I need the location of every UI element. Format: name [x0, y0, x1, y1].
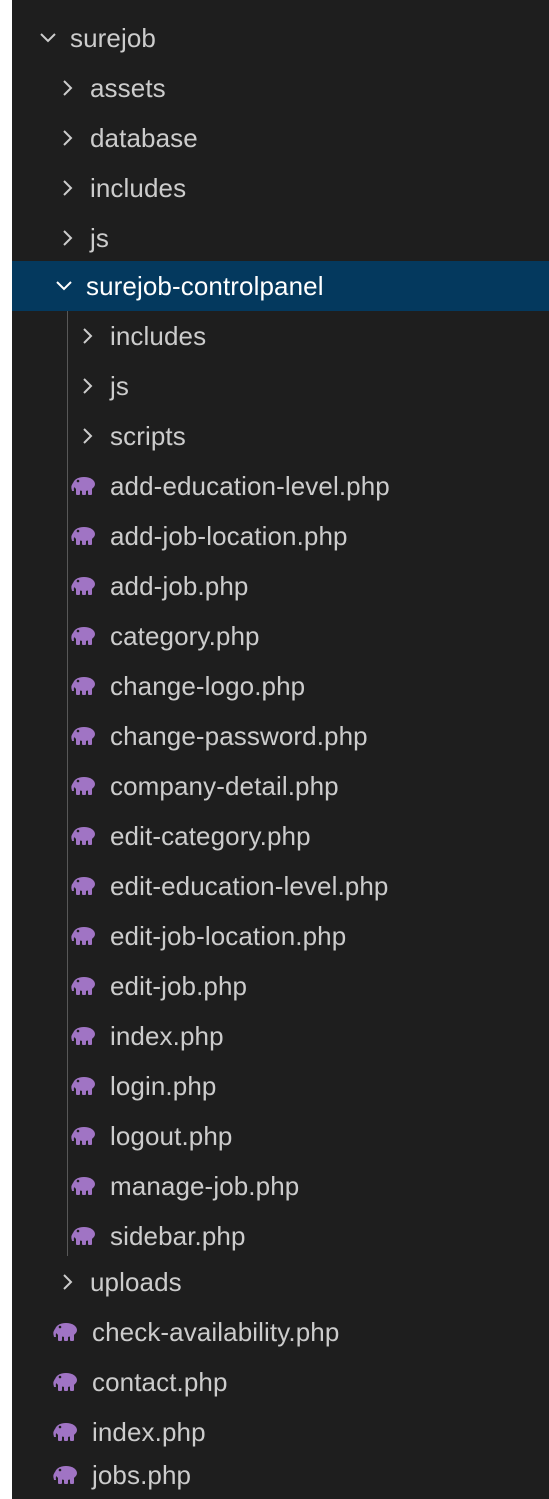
tree-folder-includes[interactable]: includes: [12, 163, 549, 213]
tree-folder-assets[interactable]: assets: [12, 63, 549, 113]
php-elephant-icon: [50, 1460, 80, 1490]
tree-item-label: login.php: [110, 1070, 217, 1101]
tree-file-php[interactable]: logout.php: [12, 1111, 549, 1161]
tree-folder-scripts[interactable]: scripts: [12, 411, 549, 461]
chevron-right-icon: [76, 371, 100, 401]
chevron-right-icon: [56, 1267, 80, 1297]
tree-item-label: edit-education-level.php: [110, 870, 389, 901]
php-elephant-icon: [68, 1171, 98, 1201]
tree-file-php[interactable]: add-job.php: [12, 561, 549, 611]
php-elephant-icon: [50, 1317, 80, 1347]
php-elephant-icon: [68, 1071, 98, 1101]
tree-folder-js[interactable]: js: [12, 213, 549, 263]
tree-item-label: check-availability.php: [92, 1316, 340, 1347]
tree-item-label: uploads: [90, 1266, 182, 1297]
tree-item-label: assets: [90, 72, 166, 103]
tree-file-php[interactable]: company-detail.php: [12, 761, 549, 811]
chevron-right-icon: [56, 223, 80, 253]
php-elephant-icon: [68, 571, 98, 601]
tree-item-label: index.php: [110, 1020, 224, 1051]
tree-file-php[interactable]: edit-job.php: [12, 961, 549, 1011]
tree-file-php[interactable]: manage-job.php: [12, 1161, 549, 1211]
chevron-right-icon: [56, 173, 80, 203]
tree-file-php[interactable]: index.php: [12, 1011, 549, 1061]
chevron-down-icon: [52, 271, 76, 301]
chevron-right-icon: [56, 123, 80, 153]
tree-item-label: category.php: [110, 620, 260, 651]
php-elephant-icon: [68, 671, 98, 701]
tree-file-php[interactable]: change-logo.php: [12, 661, 549, 711]
tree-item-label: js: [110, 370, 129, 401]
php-elephant-icon: [68, 721, 98, 751]
tree-item-label: jobs.php: [92, 1459, 192, 1490]
tree-item-label: manage-job.php: [110, 1170, 300, 1201]
tree-folder-includes[interactable]: includes: [12, 311, 549, 361]
chevron-down-icon: [36, 23, 60, 53]
tree-item-label: contact.php: [92, 1366, 228, 1397]
tree-item-label: surejob-controlpanel: [86, 270, 324, 301]
tree-item-label: edit-category.php: [110, 820, 311, 851]
tree-item-label: logout.php: [110, 1120, 233, 1151]
tree-item-label: includes: [110, 320, 207, 351]
tree-item-label: add-job-location.php: [110, 520, 348, 551]
tree-file-php[interactable]: jobs.php: [12, 1450, 549, 1499]
tree-item-label: surejob: [70, 22, 156, 53]
php-elephant-icon: [68, 1221, 98, 1251]
tree-file-php[interactable]: contact.php: [12, 1357, 549, 1407]
tree-file-php[interactable]: edit-job-location.php: [12, 911, 549, 961]
tree-file-php[interactable]: add-job-location.php: [12, 511, 549, 561]
php-elephant-icon: [50, 1417, 80, 1447]
tree-item-label: change-logo.php: [110, 670, 306, 701]
tree-folder-database[interactable]: database: [12, 113, 549, 163]
tree-file-php[interactable]: login.php: [12, 1061, 549, 1111]
php-elephant-icon: [68, 1121, 98, 1151]
php-elephant-icon: [68, 971, 98, 1001]
tree-item-label: scripts: [110, 420, 186, 451]
tree-item-label: edit-job.php: [110, 970, 248, 1001]
tree-folder-surejob-controlpanel[interactable]: surejob-controlpanel: [12, 261, 549, 311]
tree-item-label: change-password.php: [110, 720, 368, 751]
chevron-right-icon: [76, 321, 100, 351]
tree-file-php[interactable]: edit-education-level.php: [12, 861, 549, 911]
chevron-right-icon: [56, 73, 80, 103]
tree-item-label: includes: [90, 172, 187, 203]
php-elephant-icon: [68, 771, 98, 801]
tree-file-php[interactable]: add-education-level.php: [12, 461, 549, 511]
tree-file-php[interactable]: edit-category.php: [12, 811, 549, 861]
tree-item-label: js: [90, 222, 109, 253]
tree-item-label: database: [90, 122, 198, 153]
php-elephant-icon: [68, 471, 98, 501]
tree-item-label: index.php: [92, 1416, 206, 1447]
tree-file-php[interactable]: check-availability.php: [12, 1307, 549, 1357]
tree-item-label: edit-job-location.php: [110, 920, 347, 951]
tree-item-label: add-job.php: [110, 570, 249, 601]
tree-item-label: add-education-level.php: [110, 470, 390, 501]
php-elephant-icon: [50, 1367, 80, 1397]
tree-item-label: sidebar.php: [110, 1220, 246, 1251]
tree-folder-js[interactable]: js: [12, 361, 549, 411]
php-elephant-icon: [68, 921, 98, 951]
file-explorer: surejob assets database includes js sure…: [12, 0, 549, 1499]
tree-folder-surejob[interactable]: surejob: [12, 13, 549, 63]
php-elephant-icon: [68, 1021, 98, 1051]
php-elephant-icon: [68, 821, 98, 851]
tree-file-php[interactable]: category.php: [12, 611, 549, 661]
php-elephant-icon: [68, 521, 98, 551]
tree-file-php[interactable]: sidebar.php: [12, 1211, 549, 1261]
chevron-right-icon: [76, 421, 100, 451]
tree-file-php[interactable]: change-password.php: [12, 711, 549, 761]
tree-item-label: company-detail.php: [110, 770, 339, 801]
php-elephant-icon: [68, 871, 98, 901]
tree-folder-uploads[interactable]: uploads: [12, 1257, 549, 1307]
php-elephant-icon: [68, 621, 98, 651]
